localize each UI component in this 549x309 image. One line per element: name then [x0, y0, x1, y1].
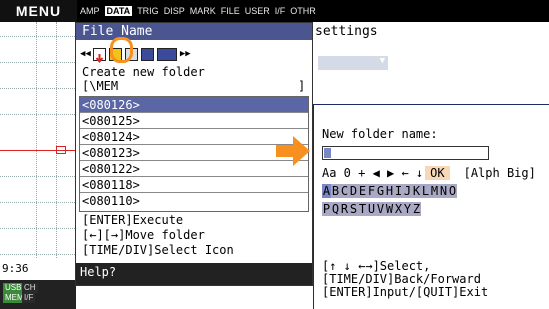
list-item[interactable]: <080123>: [80, 145, 308, 161]
text-cursor: [324, 148, 331, 158]
new-folder-label: New folder name:: [322, 127, 438, 141]
list-item[interactable]: <080110>: [80, 193, 308, 209]
current-path: [\MEM: [82, 79, 119, 93]
icon-toolbar: ◀◀ ▶▶: [80, 45, 191, 63]
char-key[interactable]: B: [331, 184, 340, 198]
highlight-ring: [110, 37, 133, 63]
dialog-title: File Name: [76, 23, 312, 40]
grid-line: [0, 254, 75, 255]
hint-execute: [ENTER]Execute: [82, 213, 184, 227]
char-key[interactable]: V: [376, 202, 385, 216]
char-row-1: ABCDEFGHIJKLMNO: [322, 184, 457, 198]
char-key[interactable]: O: [448, 184, 457, 198]
usb-badge: USB: [3, 283, 24, 293]
grid-line: [0, 62, 75, 63]
tab-mark[interactable]: MARK: [190, 6, 216, 16]
grid-line: [0, 176, 75, 177]
char-key[interactable]: N: [439, 184, 448, 198]
mode-label: [Alph Big]: [463, 166, 536, 180]
grid-line: [0, 88, 75, 89]
chevron-down-icon: ▼: [379, 56, 385, 66]
grid-line: [56, 22, 57, 258]
ok-button[interactable]: OK: [425, 166, 450, 180]
download-icon[interactable]: [92, 47, 106, 63]
char-key[interactable]: C: [340, 184, 349, 198]
tab-othr[interactable]: OTHR: [290, 6, 316, 16]
nav-hint-input-exit: [ENTER]Input/[QUIT]Exit: [322, 285, 489, 299]
settings-label: settings: [315, 24, 378, 39]
char-key[interactable]: W: [385, 202, 394, 216]
list-item[interactable]: <080118>: [80, 177, 308, 193]
screen-icon[interactable]: [156, 47, 177, 61]
tab-user[interactable]: USER: [245, 6, 270, 16]
menu-button[interactable]: MENU: [0, 0, 77, 22]
tab-bar: AMP DATA TRIG DISP MARK FILE USER I/F OT…: [77, 0, 549, 22]
help-bar: Help?: [76, 263, 312, 285]
grid-line: [36, 22, 37, 258]
save-icon[interactable]: [140, 47, 154, 61]
tab-data[interactable]: DATA: [104, 6, 133, 16]
new-folder-input[interactable]: [322, 146, 489, 160]
char-key[interactable]: Z: [412, 202, 421, 216]
nav-hint-back-forward: [TIME/DIV]Back/Forward: [322, 272, 481, 286]
tab-amp[interactable]: AMP: [80, 6, 100, 16]
pointer-arrow-icon: [276, 136, 310, 166]
list-item[interactable]: <080124>: [80, 129, 308, 145]
settings-dropdown[interactable]: ▼: [318, 56, 388, 70]
mode-keys[interactable]: Aa 0 + ◀ ▶ ← ↓: [322, 166, 423, 180]
tab-trig[interactable]: TRIG: [137, 6, 159, 16]
time-readout: 9:36: [0, 258, 76, 280]
scroll-left-icon[interactable]: ◀◀: [80, 49, 91, 59]
list-item[interactable]: <080125>: [80, 113, 308, 129]
tab-disp[interactable]: DISP: [164, 6, 185, 16]
new-folder-popup: New folder name: Aa 0 + ◀ ▶ ← ↓ OK [Alph…: [313, 104, 549, 309]
char-key[interactable]: M: [430, 184, 439, 198]
create-folder-label: Create new folder: [82, 65, 205, 79]
grid-line: [0, 228, 75, 229]
char-key[interactable]: P: [322, 202, 331, 216]
char-key[interactable]: U: [367, 202, 376, 216]
path-bracket: ]: [298, 79, 306, 93]
tab-if[interactable]: I/F: [275, 6, 286, 16]
trigger-marker: [56, 146, 66, 154]
time-text: 9:36: [2, 262, 29, 275]
char-key[interactable]: X: [394, 202, 403, 216]
list-item[interactable]: <080126>: [80, 97, 308, 113]
char-key[interactable]: J: [403, 184, 412, 198]
char-key[interactable]: I: [394, 184, 403, 198]
ch-badge: CH: [22, 283, 38, 293]
if-badge: I/F: [22, 293, 36, 303]
tab-file[interactable]: FILE: [221, 6, 240, 16]
grid-line: [0, 36, 75, 37]
char-row-2: PQRSTUVWXYZ: [322, 202, 421, 216]
list-item[interactable]: <080122>: [80, 161, 308, 177]
char-key[interactable]: D: [349, 184, 358, 198]
grid-line: [0, 114, 75, 115]
grid-line: [0, 202, 75, 203]
hint-select-icon: [TIME/DIV]Select Icon: [82, 243, 234, 257]
char-key[interactable]: R: [340, 202, 349, 216]
char-key[interactable]: L: [421, 184, 430, 198]
char-key[interactable]: A: [322, 184, 331, 198]
char-key[interactable]: G: [376, 184, 385, 198]
nav-hint-select: [↑ ↓ ←→]Select,: [322, 259, 431, 273]
char-key[interactable]: E: [358, 184, 367, 198]
char-key[interactable]: F: [367, 184, 376, 198]
hint-move-folder: [←][→]Move folder: [82, 228, 205, 242]
char-key[interactable]: Q: [331, 202, 340, 216]
char-key[interactable]: H: [385, 184, 394, 198]
char-key[interactable]: K: [412, 184, 421, 198]
input-mode-row: Aa 0 + ◀ ▶ ← ↓ OK [Alph Big]: [322, 166, 536, 180]
scroll-right-icon[interactable]: ▶▶: [180, 49, 191, 59]
folder-list: <080126> <080125> <080124> <080123> <080…: [79, 96, 309, 212]
char-key[interactable]: T: [358, 202, 367, 216]
char-key[interactable]: Y: [403, 202, 412, 216]
status-strip: USB CH MEM I/F: [0, 280, 76, 309]
char-key[interactable]: S: [349, 202, 358, 216]
waveform-area: [0, 22, 76, 258]
